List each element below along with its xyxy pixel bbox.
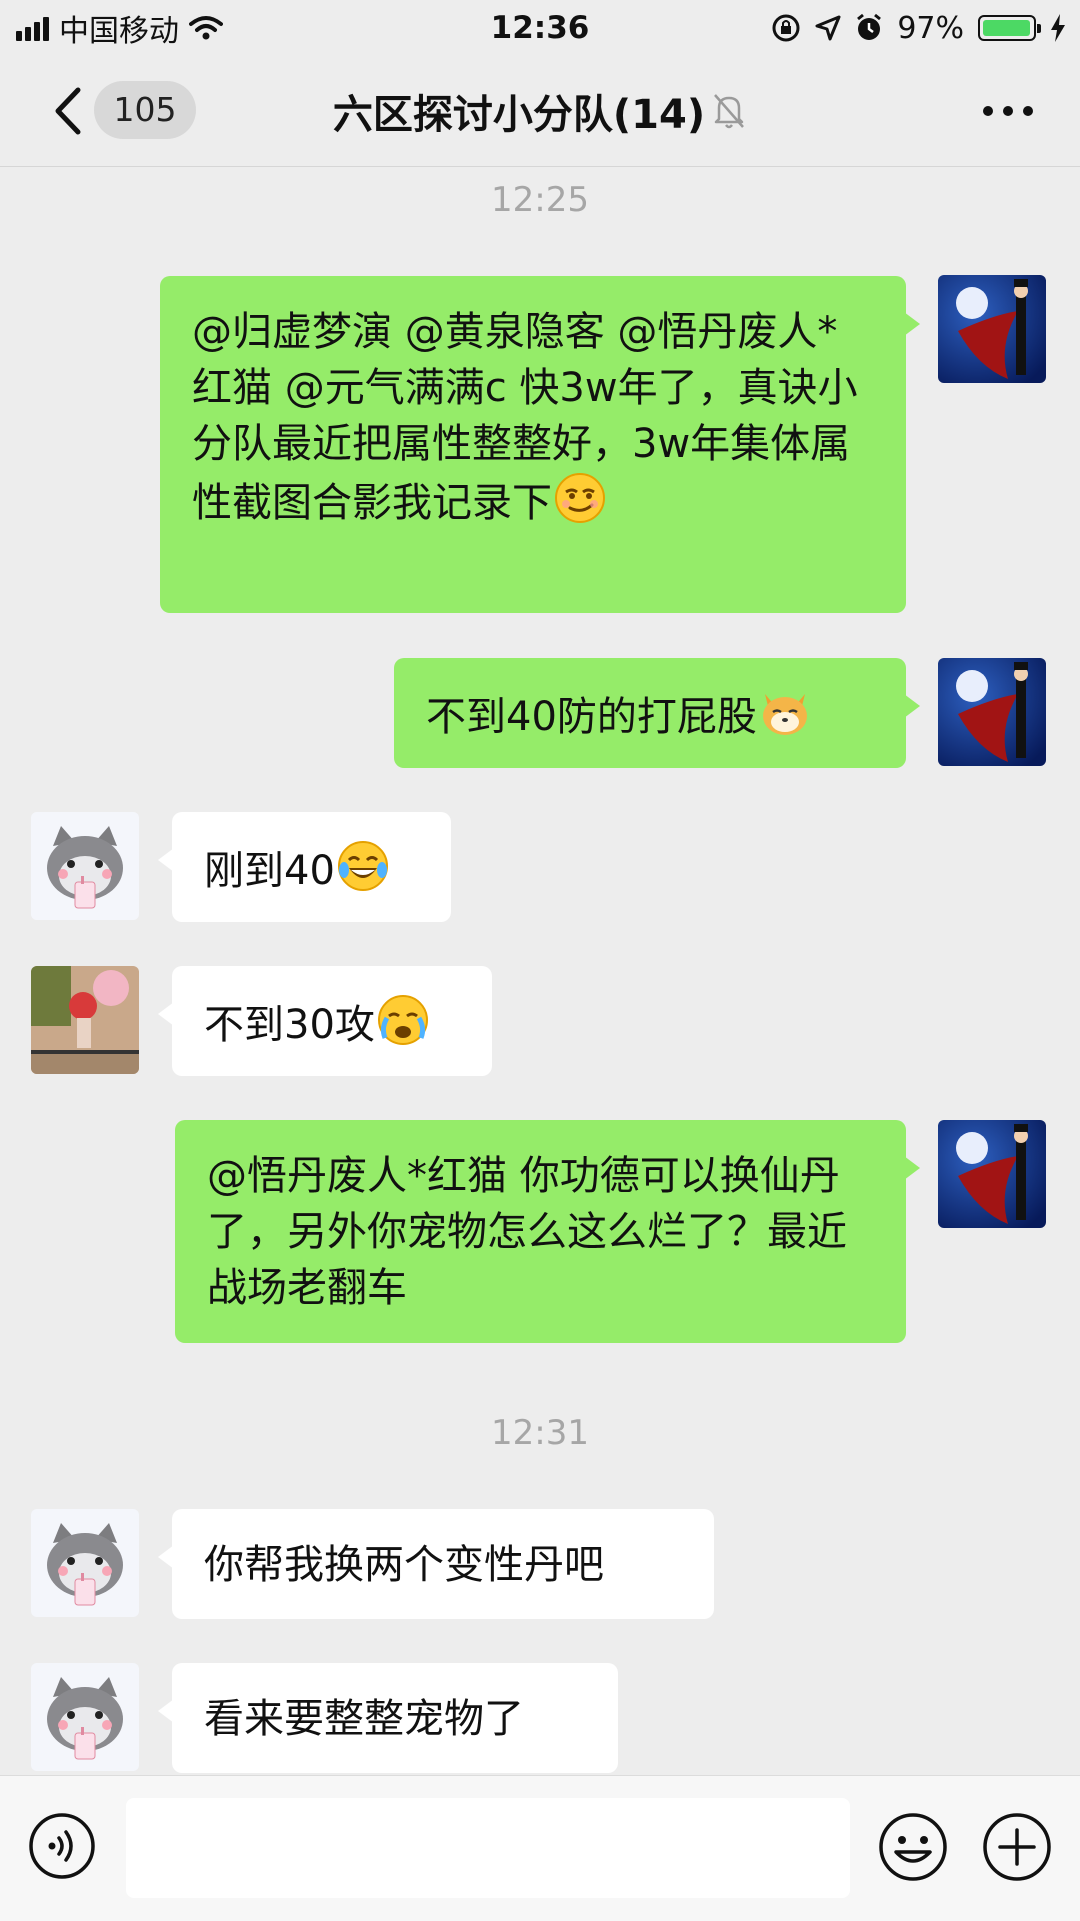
message-text: 不到30攻	[204, 1002, 375, 1048]
input-bar	[0, 1775, 1080, 1921]
location-icon	[815, 15, 841, 41]
message-bubble-theirs[interactable]: 看来要整整宠物了	[158, 1663, 618, 1773]
avatar-cat-image	[31, 1509, 139, 1617]
crying-emoji	[377, 995, 428, 1045]
nav-title-wrap: 六区探讨小分队(14)	[0, 56, 1080, 166]
avatar-red-image	[31, 966, 139, 1074]
timestamp: 12:31	[491, 1413, 589, 1453]
message-bubble-mine[interactable]: 不到40防的打屁股	[394, 658, 920, 768]
nav-bar: 105 六区探讨小分队(14)	[0, 56, 1080, 167]
avatar-me-image	[938, 658, 1046, 766]
tears-of-joy-emoji	[337, 841, 388, 891]
avatar-cat-image	[31, 812, 139, 920]
emoji-icon[interactable]	[878, 1812, 948, 1882]
avatar-me[interactable]	[938, 1120, 1046, 1228]
avatar-me-image	[938, 1120, 1046, 1228]
message-input[interactable]	[126, 1798, 850, 1898]
lock-rotation-icon	[772, 14, 800, 42]
status-right: 97%	[771, 8, 1066, 48]
battery-icon	[978, 15, 1041, 41]
message-bubble-theirs[interactable]: 刚到40	[158, 812, 451, 922]
avatar-cat-image	[31, 1663, 139, 1771]
avatar-me[interactable]	[938, 275, 1046, 383]
avatar-me[interactable]	[938, 658, 1046, 766]
avatar-red-user[interactable]	[31, 966, 139, 1074]
message-text: 你帮我换两个变性丹吧	[204, 1542, 604, 1588]
chat-title: 六区探讨小分队(14)	[332, 92, 706, 138]
battery-percent: 97%	[897, 10, 964, 46]
message-text: 看来要整整宠物了	[204, 1696, 524, 1742]
mute-bell-icon	[714, 94, 745, 129]
more-icon[interactable]	[980, 96, 1036, 126]
avatar-cat-user[interactable]	[31, 812, 139, 920]
plus-icon[interactable]	[982, 1812, 1052, 1882]
message-text: @悟丹废人*红猫 你功德可以换仙丹了，另外你宠物怎么这么烂了？最近战场老翻车	[207, 1153, 847, 1311]
avatar-cat-user[interactable]	[31, 1663, 139, 1771]
alarm-icon	[857, 13, 882, 40]
message-bubble-mine[interactable]: @悟丹废人*红猫 你功德可以换仙丹了，另外你宠物怎么这么烂了？最近战场老翻车	[175, 1120, 920, 1343]
voice-icon[interactable]	[28, 1812, 96, 1880]
message-text: 不到40防的打屁股	[426, 694, 757, 740]
timestamp: 12:25	[491, 180, 589, 220]
status-bar: 中国移动 12:36 97%	[0, 0, 1080, 56]
message-text: 刚到40	[204, 848, 335, 894]
shiba-emoji	[762, 694, 807, 735]
message-bubble-theirs[interactable]: 你帮我换两个变性丹吧	[158, 1509, 714, 1619]
avatar-me-image	[938, 275, 1046, 383]
message-bubble-theirs[interactable]: 不到30攻	[158, 966, 492, 1076]
message-bubble-mine[interactable]: @归虚梦演 @黄泉隐客 @悟丹废人*红猫 @元气满满c 快3w年了，真诀小分队最…	[160, 276, 920, 613]
message-text: @归虚梦演 @黄泉隐客 @悟丹废人*红猫 @元气满满c 快3w年了，真诀小分队最…	[192, 309, 858, 526]
battery-fill	[983, 20, 1030, 36]
avatar-cat-user[interactable]	[31, 1509, 139, 1617]
chat-area[interactable]: 12:25 @归虚梦演 @黄泉隐客 @悟丹废人*红猫 @元气满满c 快3w年了，…	[0, 167, 1080, 1775]
smirk-emoji	[555, 473, 605, 523]
charging-icon	[1051, 14, 1065, 42]
